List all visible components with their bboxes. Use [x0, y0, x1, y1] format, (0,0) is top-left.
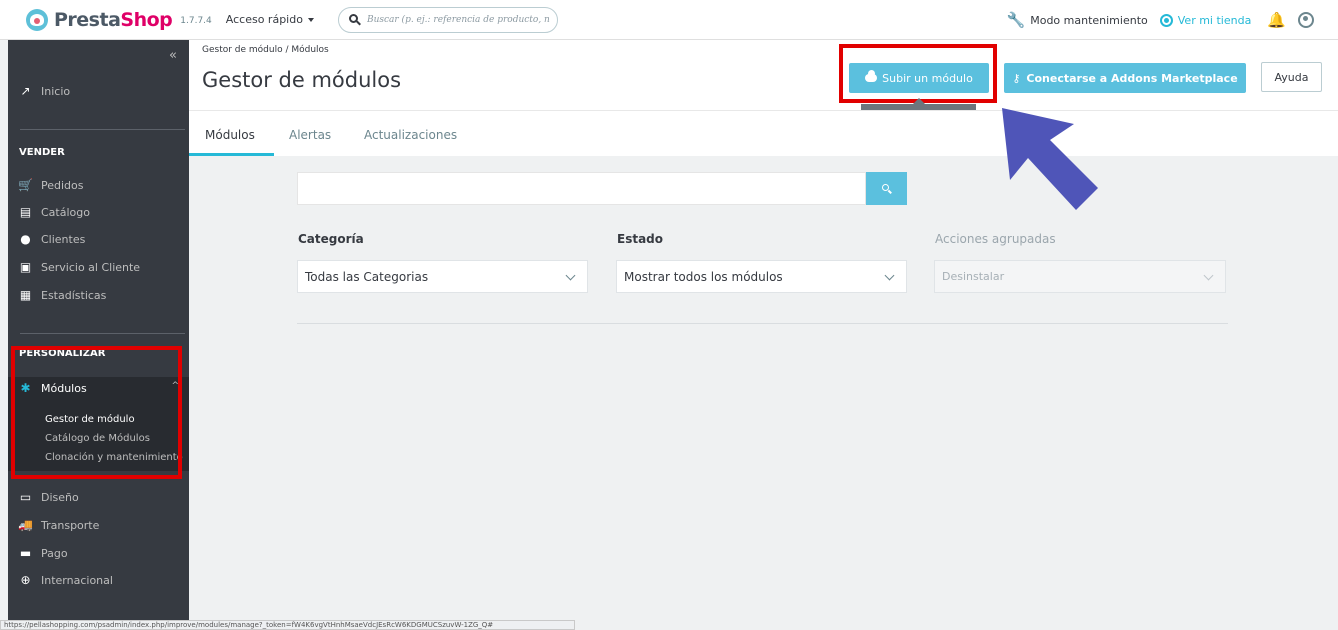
store-icon: ▤ — [19, 205, 32, 219]
sidebar-item-label: Servicio al Cliente — [41, 260, 141, 274]
browser-status-bar: https://pellashopping.com/psadmin/index.… — [0, 620, 575, 630]
bulk-actions-value: Desinstalar — [942, 270, 1005, 283]
module-search-input[interactable] — [297, 172, 866, 205]
category-value: Todas las Categorias — [305, 269, 429, 284]
maintenance-label: Modo mantenimiento — [1030, 13, 1148, 27]
sidebar-item-label: Pedidos — [41, 178, 84, 192]
chat-icon: ▣ — [19, 260, 32, 274]
category-label: Categoría — [298, 232, 364, 246]
breadcrumb[interactable]: Gestor de módulo / Módulos — [202, 45, 329, 55]
active-tab-indicator — [189, 153, 274, 156]
truck-icon: 🚚 — [18, 518, 33, 532]
prestashop-logo[interactable]: PrestaShop 1.7.7.4 — [26, 8, 212, 31]
eye-icon — [1159, 13, 1173, 27]
chevron-down-icon — [884, 270, 895, 281]
sidebar-item-label: Estadísticas — [41, 288, 107, 302]
sidebar-item-label: Diseño — [41, 490, 79, 504]
logo-text-presta: Presta — [54, 8, 121, 31]
view-store-link[interactable]: Ver mi tienda — [1159, 13, 1252, 27]
account-circle-icon: ● — [20, 232, 31, 246]
version-label: 1.7.7.4 — [180, 16, 212, 26]
addons-marketplace-button[interactable]: ⚷ Conectarse a Addons Marketplace — [1004, 63, 1246, 93]
monitor-icon: ▭ — [19, 490, 32, 504]
chevron-down-icon — [565, 270, 576, 281]
bell-icon[interactable]: 🔔 — [1267, 11, 1286, 29]
status-label: Estado — [617, 232, 664, 246]
credit-card-icon: ▬ — [19, 546, 32, 560]
bulk-actions-label: Acciones agrupadas — [935, 232, 1056, 246]
header-search-input[interactable]: Buscar (p. ej.: referencia de producto, … — [337, 6, 558, 33]
status-select[interactable]: Mostrar todos los módulos — [616, 260, 907, 293]
header-search-placeholder: Buscar (p. ej.: referencia de producto, … — [366, 14, 550, 25]
status-value: Mostrar todos los módulos — [624, 269, 783, 284]
sidebar-divider — [20, 333, 185, 334]
logo-text-shop: Shop — [120, 8, 173, 31]
sidebar-item-label: Inicio — [41, 84, 71, 98]
sidebar-item-inicio[interactable]: ↗ Inicio — [18, 84, 70, 98]
page-title: Gestor de módulos — [202, 68, 402, 92]
sidebar-divider — [20, 129, 185, 130]
sidebar-item-label: Clientes — [41, 232, 86, 246]
category-select[interactable]: Todas las Categorias — [297, 260, 588, 293]
quick-access-dropdown[interactable]: Acceso rápido — [226, 13, 314, 26]
help-button[interactable]: Ayuda — [1261, 62, 1322, 92]
bar-chart-icon: ▦ — [19, 288, 32, 302]
sidebar: « ↗ Inicio VENDER 🛒 Pedidos ▤ Catálogo ●… — [8, 40, 189, 620]
sidebar-item-servicio-cliente[interactable]: ▣ Servicio al Cliente — [18, 260, 140, 274]
sidebar-item-internacional[interactable]: ⊕ Internacional — [18, 573, 113, 587]
chevron-down-icon — [1203, 270, 1214, 281]
divider — [297, 323, 1228, 324]
key-icon: ⚷ — [1012, 71, 1021, 85]
sidebar-item-label: Pago — [41, 546, 68, 560]
sidebar-item-pedidos[interactable]: 🛒 Pedidos — [18, 178, 84, 192]
sidebar-item-label: Transporte — [41, 518, 100, 532]
quick-access-label: Acceso rápido — [225, 13, 303, 26]
module-search-button[interactable] — [866, 172, 907, 205]
search-icon — [348, 13, 361, 26]
top-header: PrestaShop 1.7.7.4 Acceso rápido Buscar … — [0, 0, 1338, 40]
tab-actualizaciones[interactable]: Actualizaciones — [364, 128, 457, 142]
cart-icon: 🛒 — [18, 178, 33, 192]
tab-alertas[interactable]: Alertas — [289, 128, 331, 142]
collapse-sidebar-icon[interactable]: « — [169, 48, 177, 63]
tabs-bar: Módulos Alertas Actualizaciones — [189, 110, 1338, 156]
caret-down-icon — [307, 17, 314, 22]
sidebar-item-transporte[interactable]: 🚚 Transporte — [18, 518, 99, 532]
globe-icon: ⊕ — [20, 573, 31, 587]
user-account-icon[interactable] — [1298, 12, 1314, 28]
sidebar-item-label: Internacional — [41, 573, 113, 587]
search-icon — [881, 183, 892, 194]
addons-marketplace-label: Conectarse a Addons Marketplace — [1026, 71, 1238, 85]
sidebar-section-vender: VENDER — [19, 147, 65, 158]
sidebar-item-pago[interactable]: ▬ Pago — [18, 546, 68, 560]
trend-icon: ↗ — [20, 84, 31, 98]
highlight-box-personalizar — [11, 346, 182, 479]
sidebar-item-diseno[interactable]: ▭ Diseño — [18, 490, 79, 504]
view-store-label: Ver mi tienda — [1177, 13, 1252, 27]
maintenance-link[interactable]: 🔧 Modo mantenimiento — [1007, 11, 1148, 29]
pointer-arrow-icon — [1002, 108, 1098, 210]
tab-modulos[interactable]: Módulos — [205, 128, 255, 142]
sidebar-item-clientes[interactable]: ● Clientes — [18, 232, 85, 246]
sidebar-item-catalogo[interactable]: ▤ Catálogo — [18, 205, 90, 219]
prestashop-logo-icon — [26, 8, 48, 31]
sidebar-item-label: Catálogo — [41, 205, 90, 219]
wrench-icon: 🔧 — [1006, 11, 1026, 29]
highlight-box-upload — [839, 44, 997, 103]
bulk-actions-select: Desinstalar — [934, 260, 1226, 293]
sidebar-item-estadisticas[interactable]: ▦ Estadísticas — [18, 288, 107, 302]
